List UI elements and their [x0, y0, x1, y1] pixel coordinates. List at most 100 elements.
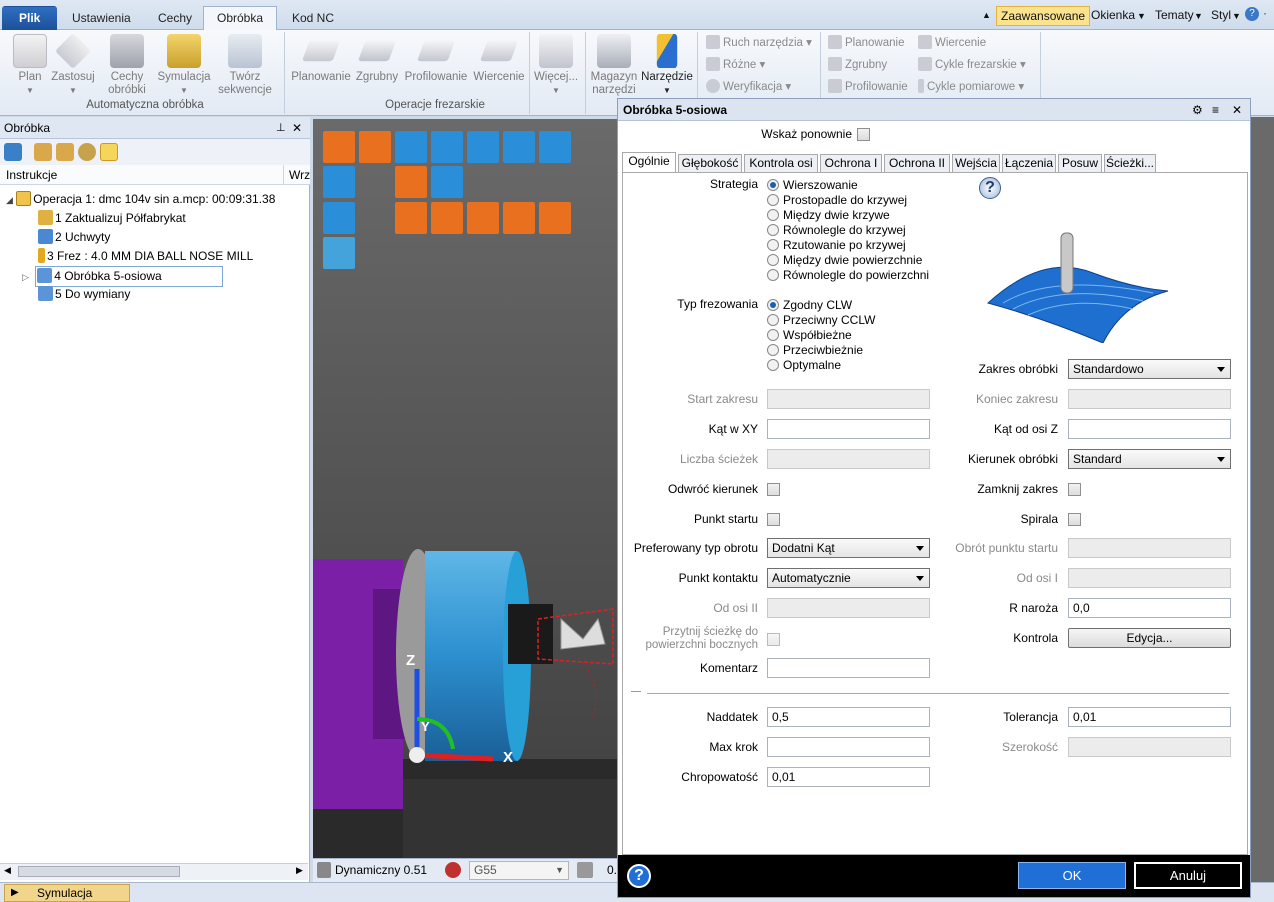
zoom-icon[interactable] — [467, 131, 499, 163]
scroll-right-icon[interactable]: ▶ — [296, 865, 303, 876]
allowance-input[interactable]: 0,5 — [767, 707, 930, 727]
toolbar-icon-1[interactable] — [34, 143, 52, 161]
range-select[interactable]: Standardowo — [1068, 359, 1231, 379]
roughness-input[interactable]: 0,01 — [767, 767, 930, 787]
tab-features[interactable]: Cechy — [144, 6, 206, 30]
verify-menu[interactable]: Weryfikacja ▾ — [706, 77, 791, 97]
tab-feed[interactable]: Posuw — [1058, 154, 1102, 173]
tree-item-fixtures[interactable]: 2 Uchwyty — [38, 228, 110, 247]
plan-button[interactable]: Plan ▼ — [10, 34, 50, 97]
cancel-button[interactable]: Anuluj — [1134, 862, 1242, 889]
tab-paths[interactable]: Ścieżki... — [1104, 154, 1156, 173]
tool-button[interactable]: Narzędzie ▼ — [640, 34, 694, 97]
milling-radio-1[interactable]: Przeciwny CCLW — [767, 313, 875, 328]
sync-icon[interactable] — [100, 143, 118, 161]
apply-button[interactable]: Zastosuj ▼ — [50, 32, 96, 97]
help-icon[interactable]: ? — [979, 177, 1001, 199]
tab-protection-2[interactable]: Ochrona II — [884, 154, 950, 173]
wcs-select[interactable]: G55 ▼ — [469, 861, 569, 880]
help-icon[interactable]: ? — [1245, 7, 1259, 21]
tab-axis-control[interactable]: Kontrola osi — [744, 154, 818, 173]
tree-item-tool[interactable]: 3 Frez : 4.0 MM DIA BALL NOSE MILL — [38, 247, 253, 266]
create-sequence-button[interactable]: Twórz sekwencje — [212, 34, 278, 97]
strategy-radio-6[interactable]: Równolegle do powierzchni — [767, 268, 929, 283]
drilling-button[interactable]: Wiercenie — [472, 34, 526, 84]
minimize-icon[interactable]: · — [1263, 6, 1267, 20]
angle-xy-input[interactable] — [767, 419, 930, 439]
planing-button[interactable]: Planowanie — [290, 34, 352, 84]
trim-checkbox[interactable] — [767, 633, 780, 646]
strategy-radio-5[interactable]: Między dwie powierzchnie — [767, 253, 922, 268]
comment-input[interactable] — [767, 658, 930, 678]
horizontal-scrollbar[interactable]: ◀ ▶ — [0, 863, 308, 880]
show-again-checkbox[interactable] — [857, 128, 870, 141]
setup-view-icon-6[interactable] — [503, 202, 535, 234]
tool-view-icon[interactable] — [395, 131, 427, 163]
render-mode[interactable]: Dynamiczny 0.51 — [335, 863, 427, 877]
paths-count-input[interactable] — [767, 449, 930, 469]
col-instructions[interactable]: Instrukcje — [6, 165, 57, 185]
col-divider[interactable] — [283, 165, 284, 185]
spiral-checkbox[interactable] — [1068, 513, 1081, 526]
max-step-input[interactable] — [767, 737, 930, 757]
strategy-radio-1[interactable]: Prostopadle do krzywej — [767, 193, 907, 208]
menu-icon[interactable]: ≡ — [1212, 99, 1219, 121]
start-point-checkbox[interactable] — [767, 513, 780, 526]
chevron-up-icon[interactable]: ▲ — [982, 10, 991, 20]
settings-icon[interactable]: ⚙ — [1192, 99, 1203, 121]
simulation-button[interactable]: Symulacja ▼ — [156, 34, 212, 97]
tool-movement-menu[interactable]: Ruch narzędzia ▾ — [706, 33, 812, 53]
pin-icon[interactable]: ⊥ — [276, 117, 286, 139]
milling-radio-0[interactable]: Zgodny CLW — [767, 298, 852, 313]
help-icon[interactable]: ? — [627, 864, 651, 888]
setup-view-icon-1[interactable] — [395, 166, 427, 198]
start-rotation-input[interactable] — [1068, 538, 1231, 558]
list-icon[interactable] — [503, 131, 535, 163]
profiling-button[interactable]: Profilowanie — [402, 34, 470, 84]
contact-point-select[interactable]: Automatycznie — [767, 568, 930, 588]
tree-item-tool-change[interactable]: 5 Do wymiany — [38, 285, 130, 304]
strategy-radio-2[interactable]: Między dwie krzywe — [767, 208, 890, 223]
spindle-view-icon[interactable] — [431, 131, 463, 163]
tool-magazine-button[interactable]: Magazyn narzędzi — [588, 34, 640, 97]
milling-radio-3[interactable]: Przeciwbieżnie — [767, 343, 863, 358]
windows-menu[interactable]: Okienka — [1091, 8, 1135, 22]
3d-viewport[interactable]: Z Y X — [313, 119, 619, 859]
tab-nc-code[interactable]: Kod NC — [278, 6, 348, 30]
view-cube-light-icon[interactable] — [323, 237, 355, 269]
tree-item-operation[interactable]: ◢ Operacja 1: dmc 104v sin a.mcp: 00:09:… — [6, 190, 275, 209]
tab-protection-1[interactable]: Ochrona I — [820, 154, 882, 173]
more-button[interactable]: Więcej... ▼ — [532, 34, 580, 97]
strategy-radio-0[interactable]: Wierszowanie — [767, 178, 858, 193]
setup-view-icon-4[interactable] — [431, 202, 463, 234]
setup-view-icon-7[interactable] — [539, 202, 571, 234]
milling-radio-2[interactable]: Współbieżne — [767, 328, 852, 343]
simulation-tab[interactable]: ▶ Symulacja — [4, 884, 130, 902]
close-icon[interactable]: ✕ — [292, 117, 302, 139]
tab-entries[interactable]: Wejścia — [952, 154, 1000, 173]
strategy-radio-4[interactable]: Rzutowanie po krzywej — [767, 238, 906, 253]
from-axis-1-input[interactable] — [1068, 568, 1231, 588]
refresh-icon[interactable] — [4, 143, 22, 161]
close-range-checkbox[interactable] — [1068, 483, 1081, 496]
advanced-button[interactable]: Zaawansowane — [996, 6, 1091, 26]
close-icon[interactable]: ✕ — [1232, 99, 1242, 121]
planing-small-button[interactable]: Planowanie — [828, 33, 904, 53]
view-cube-blue-icon-1[interactable] — [323, 166, 355, 198]
tab-depth[interactable]: Głębokość — [678, 154, 742, 173]
setup-view-icon-2[interactable] — [431, 166, 463, 198]
milling-radio-4[interactable]: Optymalne — [767, 358, 841, 373]
tab-links[interactable]: Łączenia — [1002, 154, 1056, 173]
machine-view-icon[interactable] — [359, 131, 391, 163]
col-spindle[interactable]: Wrz — [289, 165, 310, 185]
themes-menu[interactable]: Tematy — [1155, 8, 1194, 22]
tab-general[interactable]: Ogólnie — [622, 152, 676, 173]
scroll-thumb[interactable] — [18, 866, 180, 877]
setup-view-icon-3[interactable] — [395, 202, 427, 234]
toolbar-icon-2[interactable] — [56, 143, 74, 161]
tab-machining[interactable]: Obróbka — [203, 6, 278, 31]
pref-rotation-select[interactable]: Dodatni Kąt — [767, 538, 930, 558]
view-cube-blue-icon-2[interactable] — [323, 202, 355, 234]
ok-button[interactable]: OK — [1018, 862, 1126, 889]
setup-view-icon-5[interactable] — [467, 202, 499, 234]
